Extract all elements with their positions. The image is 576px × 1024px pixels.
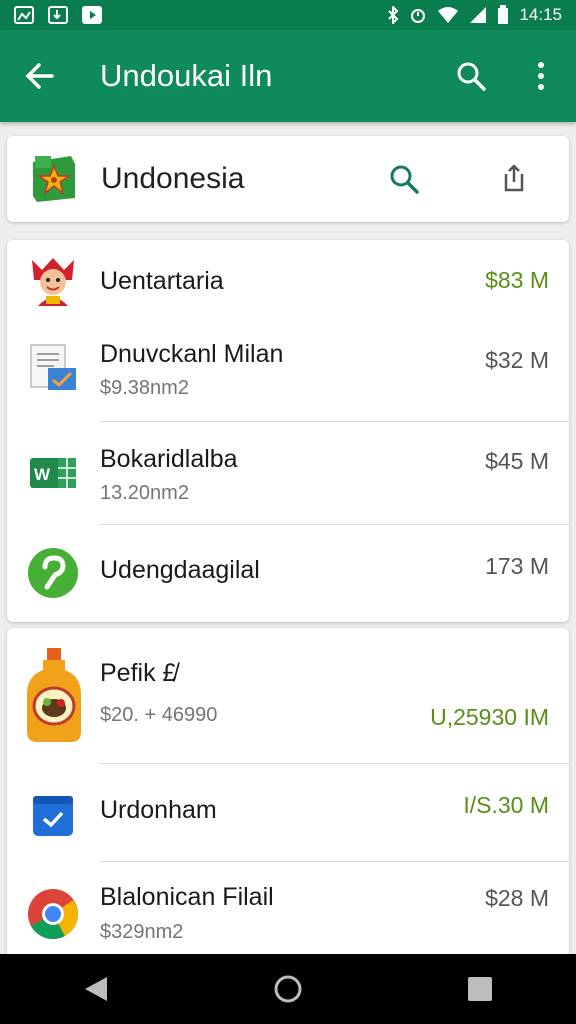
item-name: Pefik £̸ <box>100 659 177 687</box>
play-store-icon <box>82 6 102 24</box>
list-item[interactable]: Urdonham I/S.30 M <box>7 764 569 861</box>
svg-text:W: W <box>34 465 51 484</box>
item-name: Urdonham <box>100 796 217 824</box>
share-icon <box>504 164 524 192</box>
back-button[interactable] <box>0 30 80 122</box>
item-amount: I/S.30 M <box>463 792 549 818</box>
header-share-button[interactable] <box>459 136 569 222</box>
item-amount: $45 M <box>485 448 549 474</box>
nav-recents-button[interactable] <box>440 954 520 1024</box>
item-name: Udengdaagilal <box>100 556 260 584</box>
page-title: Undoukai Iln <box>100 58 273 93</box>
juice-bottle-icon <box>25 646 81 746</box>
green-circle-app-icon <box>25 545 81 601</box>
wifi-icon <box>438 7 459 23</box>
home-circle-icon <box>274 975 302 1003</box>
item-amount: $32 M <box>485 347 549 373</box>
more-vert-icon <box>538 62 544 90</box>
header-logo <box>7 152 101 206</box>
chrome-icon <box>25 886 81 942</box>
list-card: Uentartaria $83 M Dnuvckanl Milan $9.38n… <box>7 240 569 622</box>
list-card: Pefik £̸ $20. + 46990 U,25930 IM Urdonha… <box>7 628 569 958</box>
gallery-icon <box>14 6 34 24</box>
status-bar: 14:15 <box>0 0 576 30</box>
back-triangle-icon <box>85 977 107 1001</box>
spreadsheet-icon: W <box>25 444 81 500</box>
alarm-icon <box>411 9 426 23</box>
recents-square-icon <box>468 977 492 1001</box>
list-item[interactable]: Blalonican Filail $329nm2 $28 M <box>7 862 569 958</box>
blue-check-app-icon <box>25 788 81 844</box>
system-nav-bar <box>0 954 576 1024</box>
nav-back-button[interactable] <box>56 954 136 1024</box>
overflow-menu-button[interactable] <box>506 30 576 122</box>
document-icon <box>25 340 81 396</box>
star-shield-icon <box>33 156 75 202</box>
item-name: Bokaridlalba <box>100 445 238 473</box>
item-subtitle: $20. + 46990 <box>100 704 218 726</box>
item-amount: $28 M <box>485 885 549 911</box>
header-title: Undonesia <box>101 162 245 195</box>
header-card: Undonesia <box>7 136 569 222</box>
header-search-button[interactable] <box>349 136 459 222</box>
status-time: 14:15 <box>519 5 562 24</box>
arrow-left-icon <box>25 63 54 89</box>
list-item[interactable]: Pefik £̸ $20. + 46990 U,25930 IM <box>7 628 569 763</box>
list-item[interactable]: Dnuvckanl Milan $9.38nm2 $32 M <box>7 320 569 420</box>
item-subtitle: $9.38nm2 <box>100 377 189 399</box>
battery-icon <box>498 5 509 24</box>
item-subtitle: $329nm2 <box>100 921 184 943</box>
list-item[interactable]: Udengdaagilal 173 M <box>7 525 569 621</box>
item-name: Dnuvckanl Milan <box>100 340 284 368</box>
item-amount: U,25930 IM <box>430 704 549 730</box>
sim-card-icon <box>48 6 68 24</box>
list-item[interactable]: W Bokaridlalba 13.20nm2 $45 M <box>7 422 569 524</box>
bluetooth-icon <box>388 6 399 24</box>
item-subtitle: 13.20nm2 <box>100 482 189 504</box>
search-icon <box>390 165 419 194</box>
red-mascot-icon <box>25 252 81 308</box>
item-name: Uentartaria <box>100 267 224 295</box>
nav-home-button[interactable] <box>248 954 328 1024</box>
appbar-search-button[interactable] <box>436 30 506 122</box>
item-amount: $83 M <box>485 267 549 293</box>
item-name: Blalonican Filail <box>100 883 274 911</box>
list-item[interactable]: Uentartaria $83 M <box>7 240 569 320</box>
search-icon <box>457 62 486 91</box>
item-amount: 173 M <box>485 553 549 579</box>
app-bar: Undoukai Iln <box>0 30 576 122</box>
signal-icon <box>470 7 487 23</box>
